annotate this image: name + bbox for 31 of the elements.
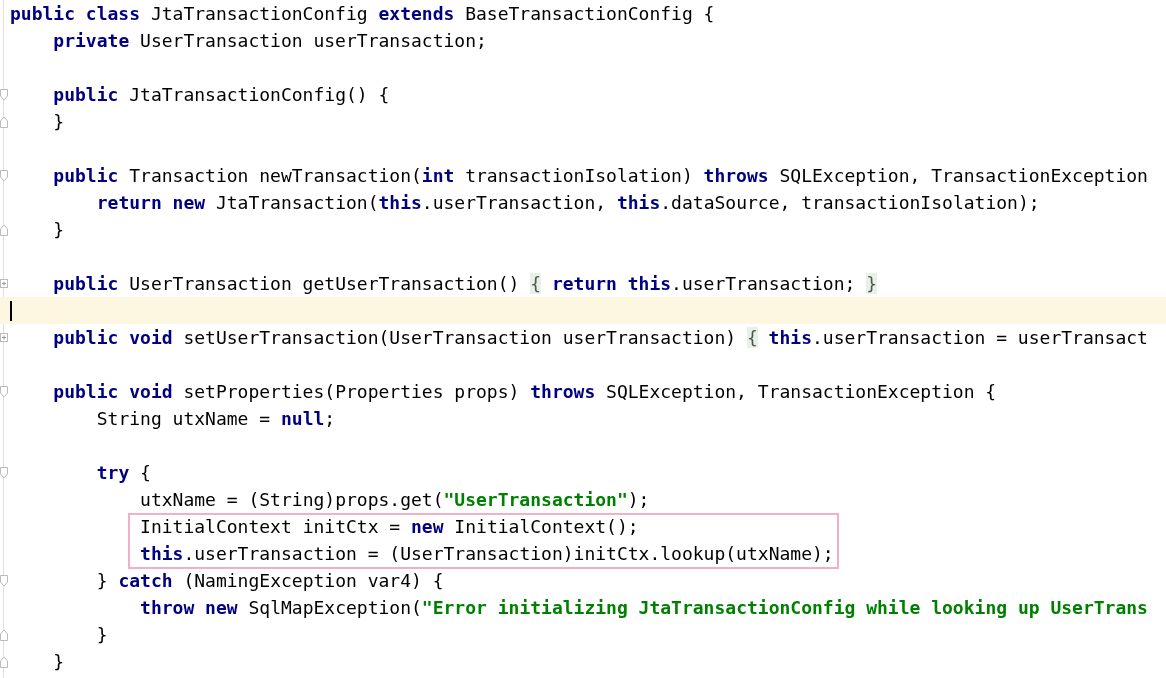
fold-icon[interactable]	[0, 115, 8, 128]
code-line: public Transaction newTransaction(int transactionIsolation) throws SQLException, TransactionException	[53, 164, 1148, 188]
code-line: String utxName = null;	[96, 407, 336, 431]
code-line: private UserTransaction userTransaction;	[53, 29, 487, 53]
fold-icon[interactable]	[0, 169, 8, 182]
expand-icon[interactable]	[0, 333, 8, 342]
fold-icon[interactable]	[0, 628, 8, 641]
code-line: public JtaTransactionConfig() {	[53, 83, 390, 107]
fold-icon[interactable]	[0, 574, 8, 587]
code-line: public void setUserTransaction(UserTransaction userTransaction) { this.userTransaction = userTransact	[53, 326, 1148, 350]
code-line: public UserTransaction getUserTransaction() { return this.userTransaction; }	[53, 272, 877, 296]
code-line: return new JtaTransaction(this.userTransaction, this.dataSource, transactionIsolation);	[96, 191, 1040, 215]
code-line: utxName = (String)props.get("UserTransaction");	[140, 488, 650, 512]
fold-icon[interactable]	[0, 223, 8, 236]
fold-icon[interactable]	[0, 88, 8, 101]
fold-icon[interactable]	[0, 385, 8, 398]
code-line: }	[96, 623, 108, 647]
fold-icon[interactable]	[0, 466, 8, 479]
code-line: InitialContext initCtx = new InitialContext();	[140, 515, 639, 539]
code-line: public void setProperties(Properties props) throws SQLException, TransactionException {	[53, 380, 997, 404]
code-line: throw new SqlMapException("Error initializing JtaTransactionConfig while looking up UserTrans	[140, 596, 1148, 620]
text-cursor	[10, 300, 12, 321]
code-line: public class JtaTransactionConfig extends BaseTransactionConfig {	[10, 2, 715, 26]
fold-icon[interactable]	[0, 655, 8, 668]
code-line: }	[53, 650, 65, 674]
code-line: }	[53, 110, 65, 134]
code-line: } catch (NamingException var4) {	[96, 569, 444, 593]
code-line: this.userTransaction = (UserTransaction)initCtx.lookup(utxName);	[140, 542, 834, 566]
code-line: try {	[96, 461, 151, 485]
code-line: }	[53, 218, 65, 242]
expand-icon[interactable]	[0, 279, 8, 288]
